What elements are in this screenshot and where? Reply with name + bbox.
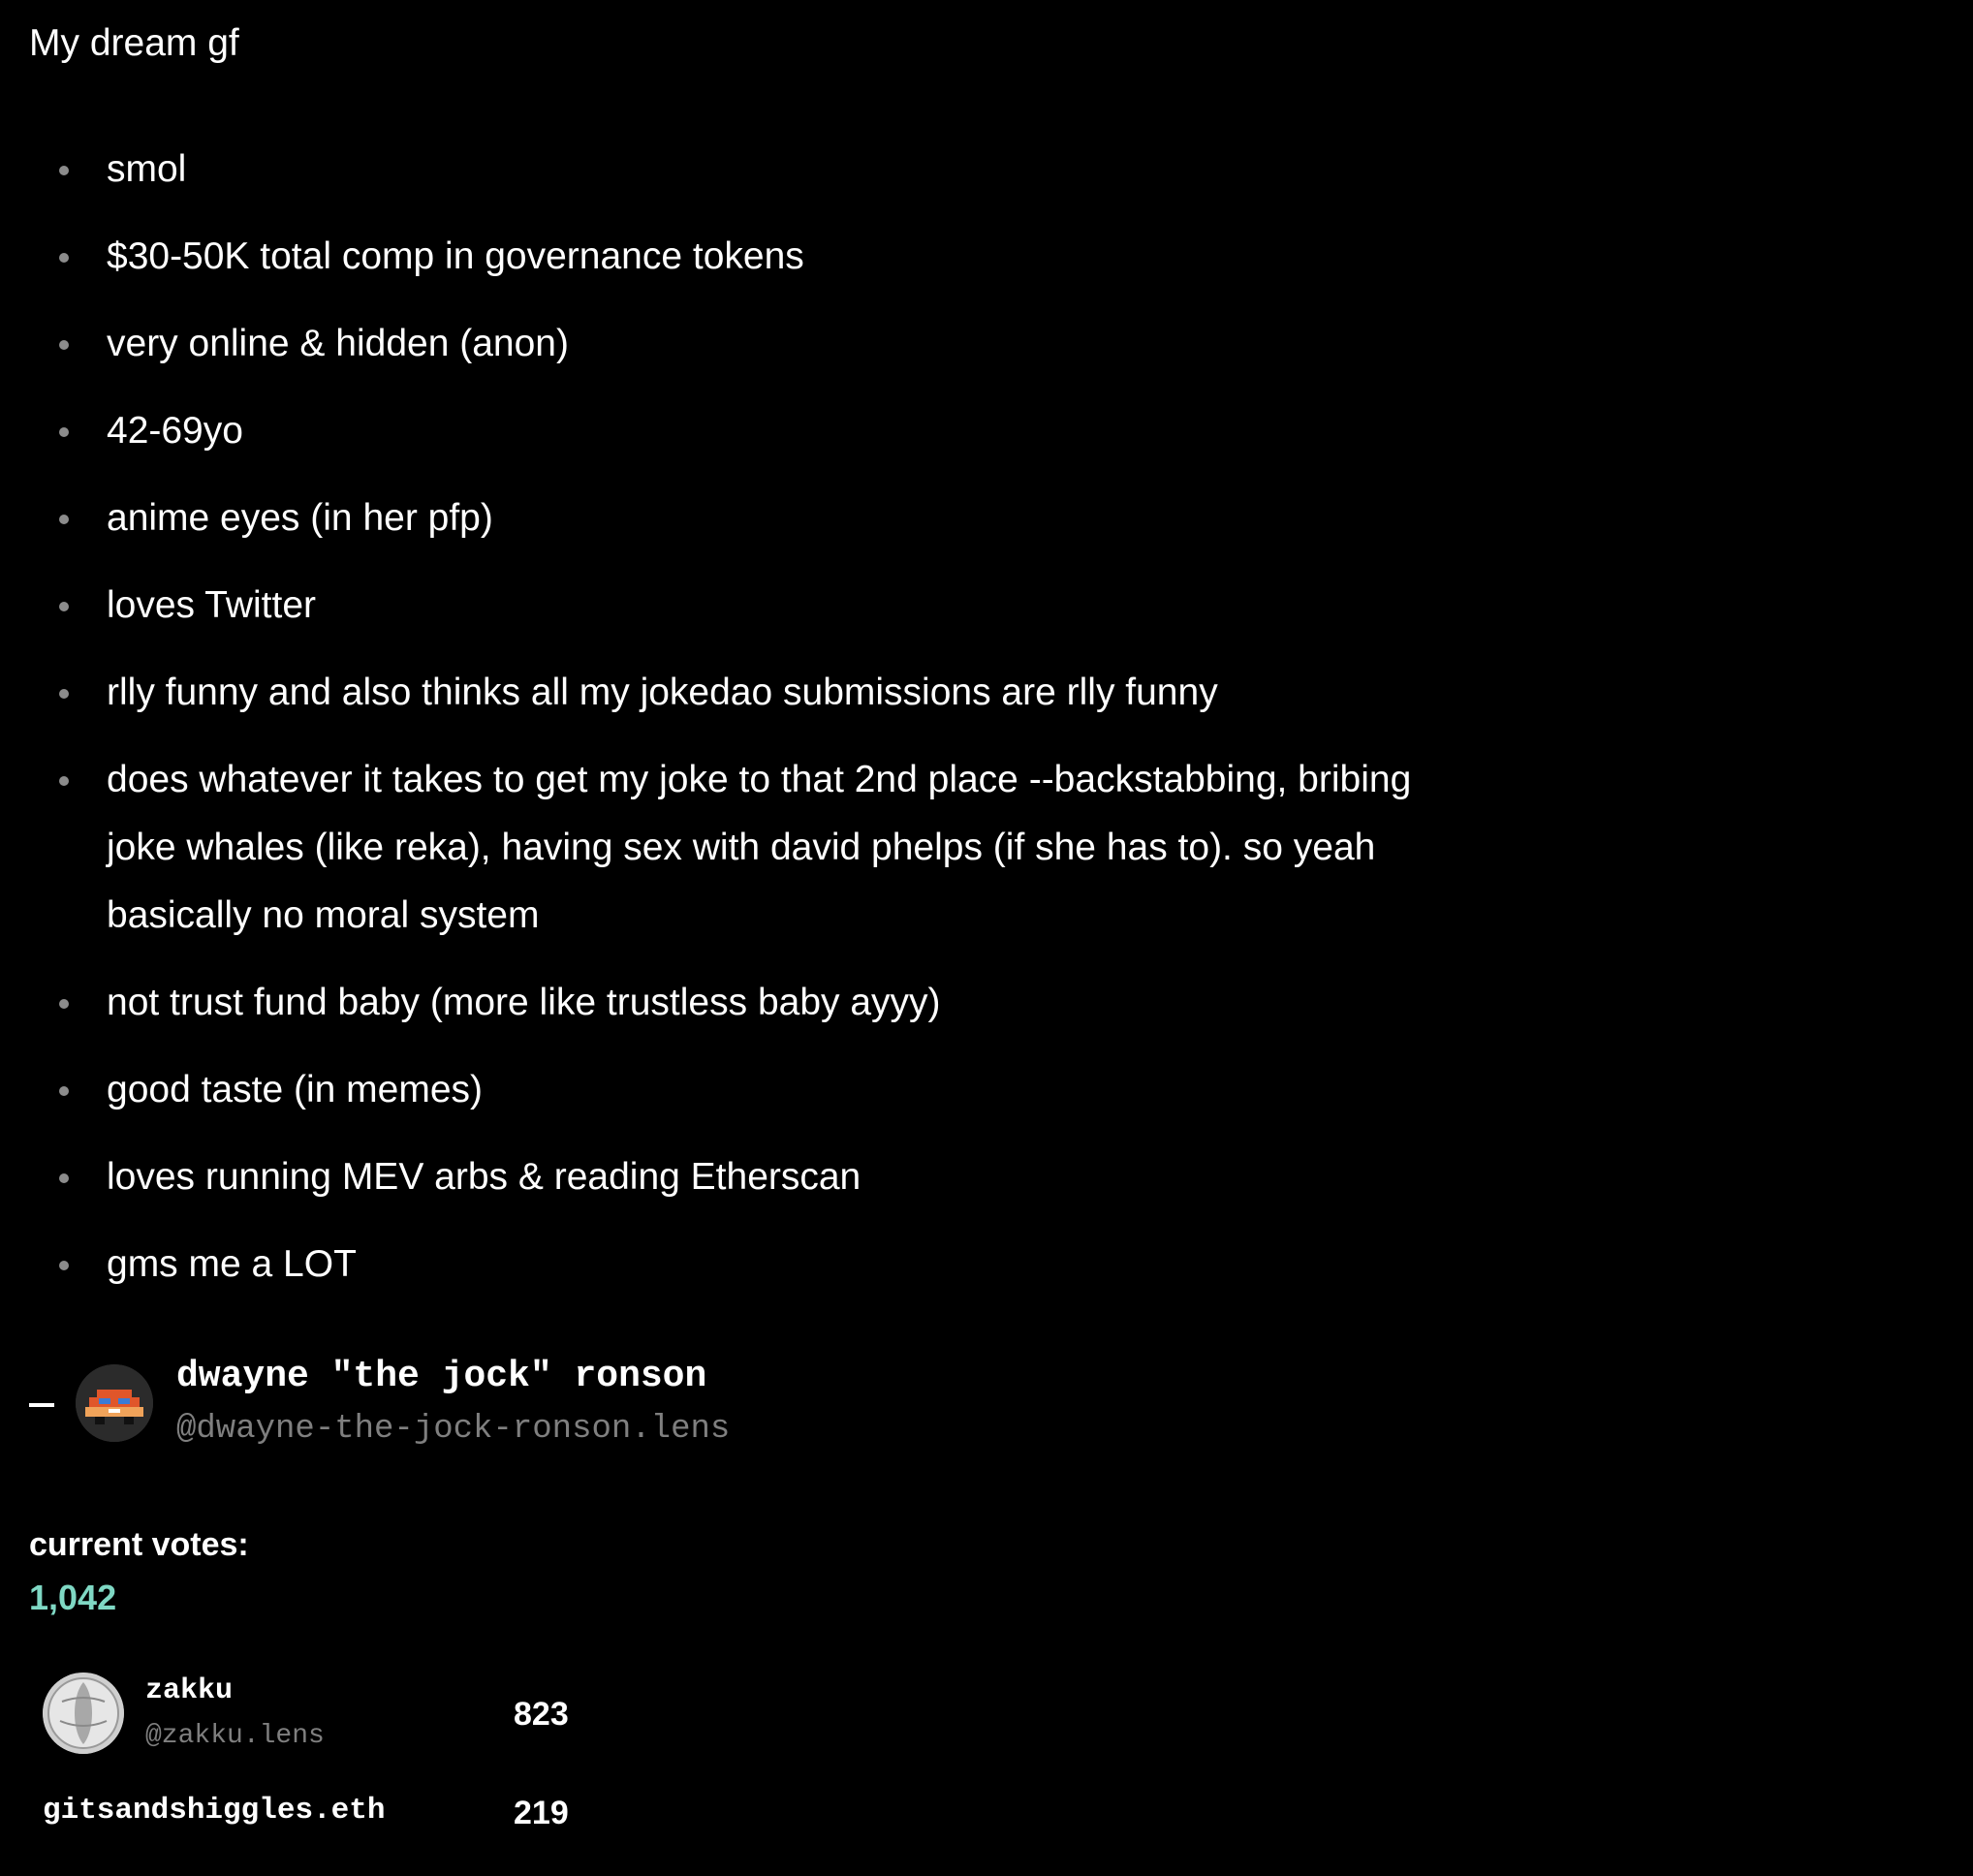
submission-list: smol $30-50K total comp in governance to… <box>29 136 1483 1318</box>
bullet-icon <box>59 999 69 1009</box>
coin-avatar-icon[interactable] <box>43 1673 124 1754</box>
bullet-icon <box>59 427 69 437</box>
bullet-icon <box>59 1086 69 1096</box>
list-item-text: anime eyes (in her pfp) <box>107 497 493 539</box>
list-item-text: rlly funny and also thinks all my jokeda… <box>107 672 1218 713</box>
current-votes-count: 1,042 <box>29 1578 117 1617</box>
list-item: 42-69yo <box>29 397 1483 465</box>
bullet-icon <box>59 166 69 175</box>
list-item: loves Twitter <box>29 572 1483 640</box>
list-item-text: not trust fund baby (more like trustless… <box>107 982 941 1023</box>
list-item-text: loves running MEV arbs & reading Ethersc… <box>107 1156 861 1198</box>
bullet-icon <box>59 602 69 611</box>
voter-vote-count: 823 <box>514 1696 569 1733</box>
voter-name[interactable]: zakku <box>145 1673 233 1709</box>
list-item-text: 42-69yo <box>107 410 243 452</box>
list-item: anime eyes (in her pfp) <box>29 485 1483 552</box>
list-item-text: very online & hidden (anon) <box>107 323 569 364</box>
list-item: good taste (in memes) <box>29 1056 1483 1124</box>
current-votes-label: current votes: <box>29 1526 249 1563</box>
list-item: not trust fund baby (more like trustless… <box>29 969 1483 1037</box>
author-name[interactable]: dwayne "the jock" ronson <box>176 1355 706 1399</box>
voter-name[interactable]: gitsandshiggles.eth <box>43 1793 385 1829</box>
list-item-text: $30-50K total comp in governance tokens <box>107 235 804 277</box>
author-block: dwayne "the jock" ronson @dwayne-the-joc… <box>29 1355 901 1461</box>
list-item: rlly funny and also thinks all my jokeda… <box>29 659 1483 727</box>
list-item: very online & hidden (anon) <box>29 310 1483 378</box>
voter-handle[interactable]: @zakku.lens <box>145 1719 325 1754</box>
list-item: gms me a LOT <box>29 1231 1483 1298</box>
list-item: does whatever it takes to get my joke to… <box>29 746 1483 950</box>
voter-vote-count: 219 <box>514 1795 569 1831</box>
list-item-text: gms me a LOT <box>107 1243 357 1285</box>
bullet-icon <box>59 1261 69 1270</box>
voters-list: zakku @zakku.lens 823 gitsandshiggles.et… <box>43 1667 721 1841</box>
bullet-icon <box>59 253 69 263</box>
em-dash-icon <box>29 1403 54 1407</box>
list-item: $30-50K total comp in governance tokens <box>29 223 1483 291</box>
voter-row[interactable]: gitsandshiggles.eth 219 <box>43 1783 721 1841</box>
coin-icon <box>43 1673 124 1754</box>
list-item-text: good taste (in memes) <box>107 1069 484 1110</box>
list-item-text: loves Twitter <box>107 584 317 626</box>
voter-row[interactable]: zakku @zakku.lens 823 <box>43 1667 721 1760</box>
submission-title: My dream gf <box>29 22 239 64</box>
list-item: smol <box>29 136 1483 203</box>
bullet-icon <box>59 776 69 786</box>
bullet-icon <box>59 1173 69 1183</box>
bullet-icon <box>59 340 69 350</box>
bullet-icon <box>59 689 69 699</box>
pixel-car-avatar-icon[interactable] <box>76 1364 153 1442</box>
list-item-text: smol <box>107 148 187 190</box>
pixel-car-icon <box>76 1364 153 1442</box>
author-handle[interactable]: @dwayne-the-jock-ronson.lens <box>176 1409 730 1450</box>
list-item-text: does whatever it takes to get my joke to… <box>107 759 1412 936</box>
list-item: loves running MEV arbs & reading Ethersc… <box>29 1143 1483 1211</box>
bullet-icon <box>59 515 69 524</box>
